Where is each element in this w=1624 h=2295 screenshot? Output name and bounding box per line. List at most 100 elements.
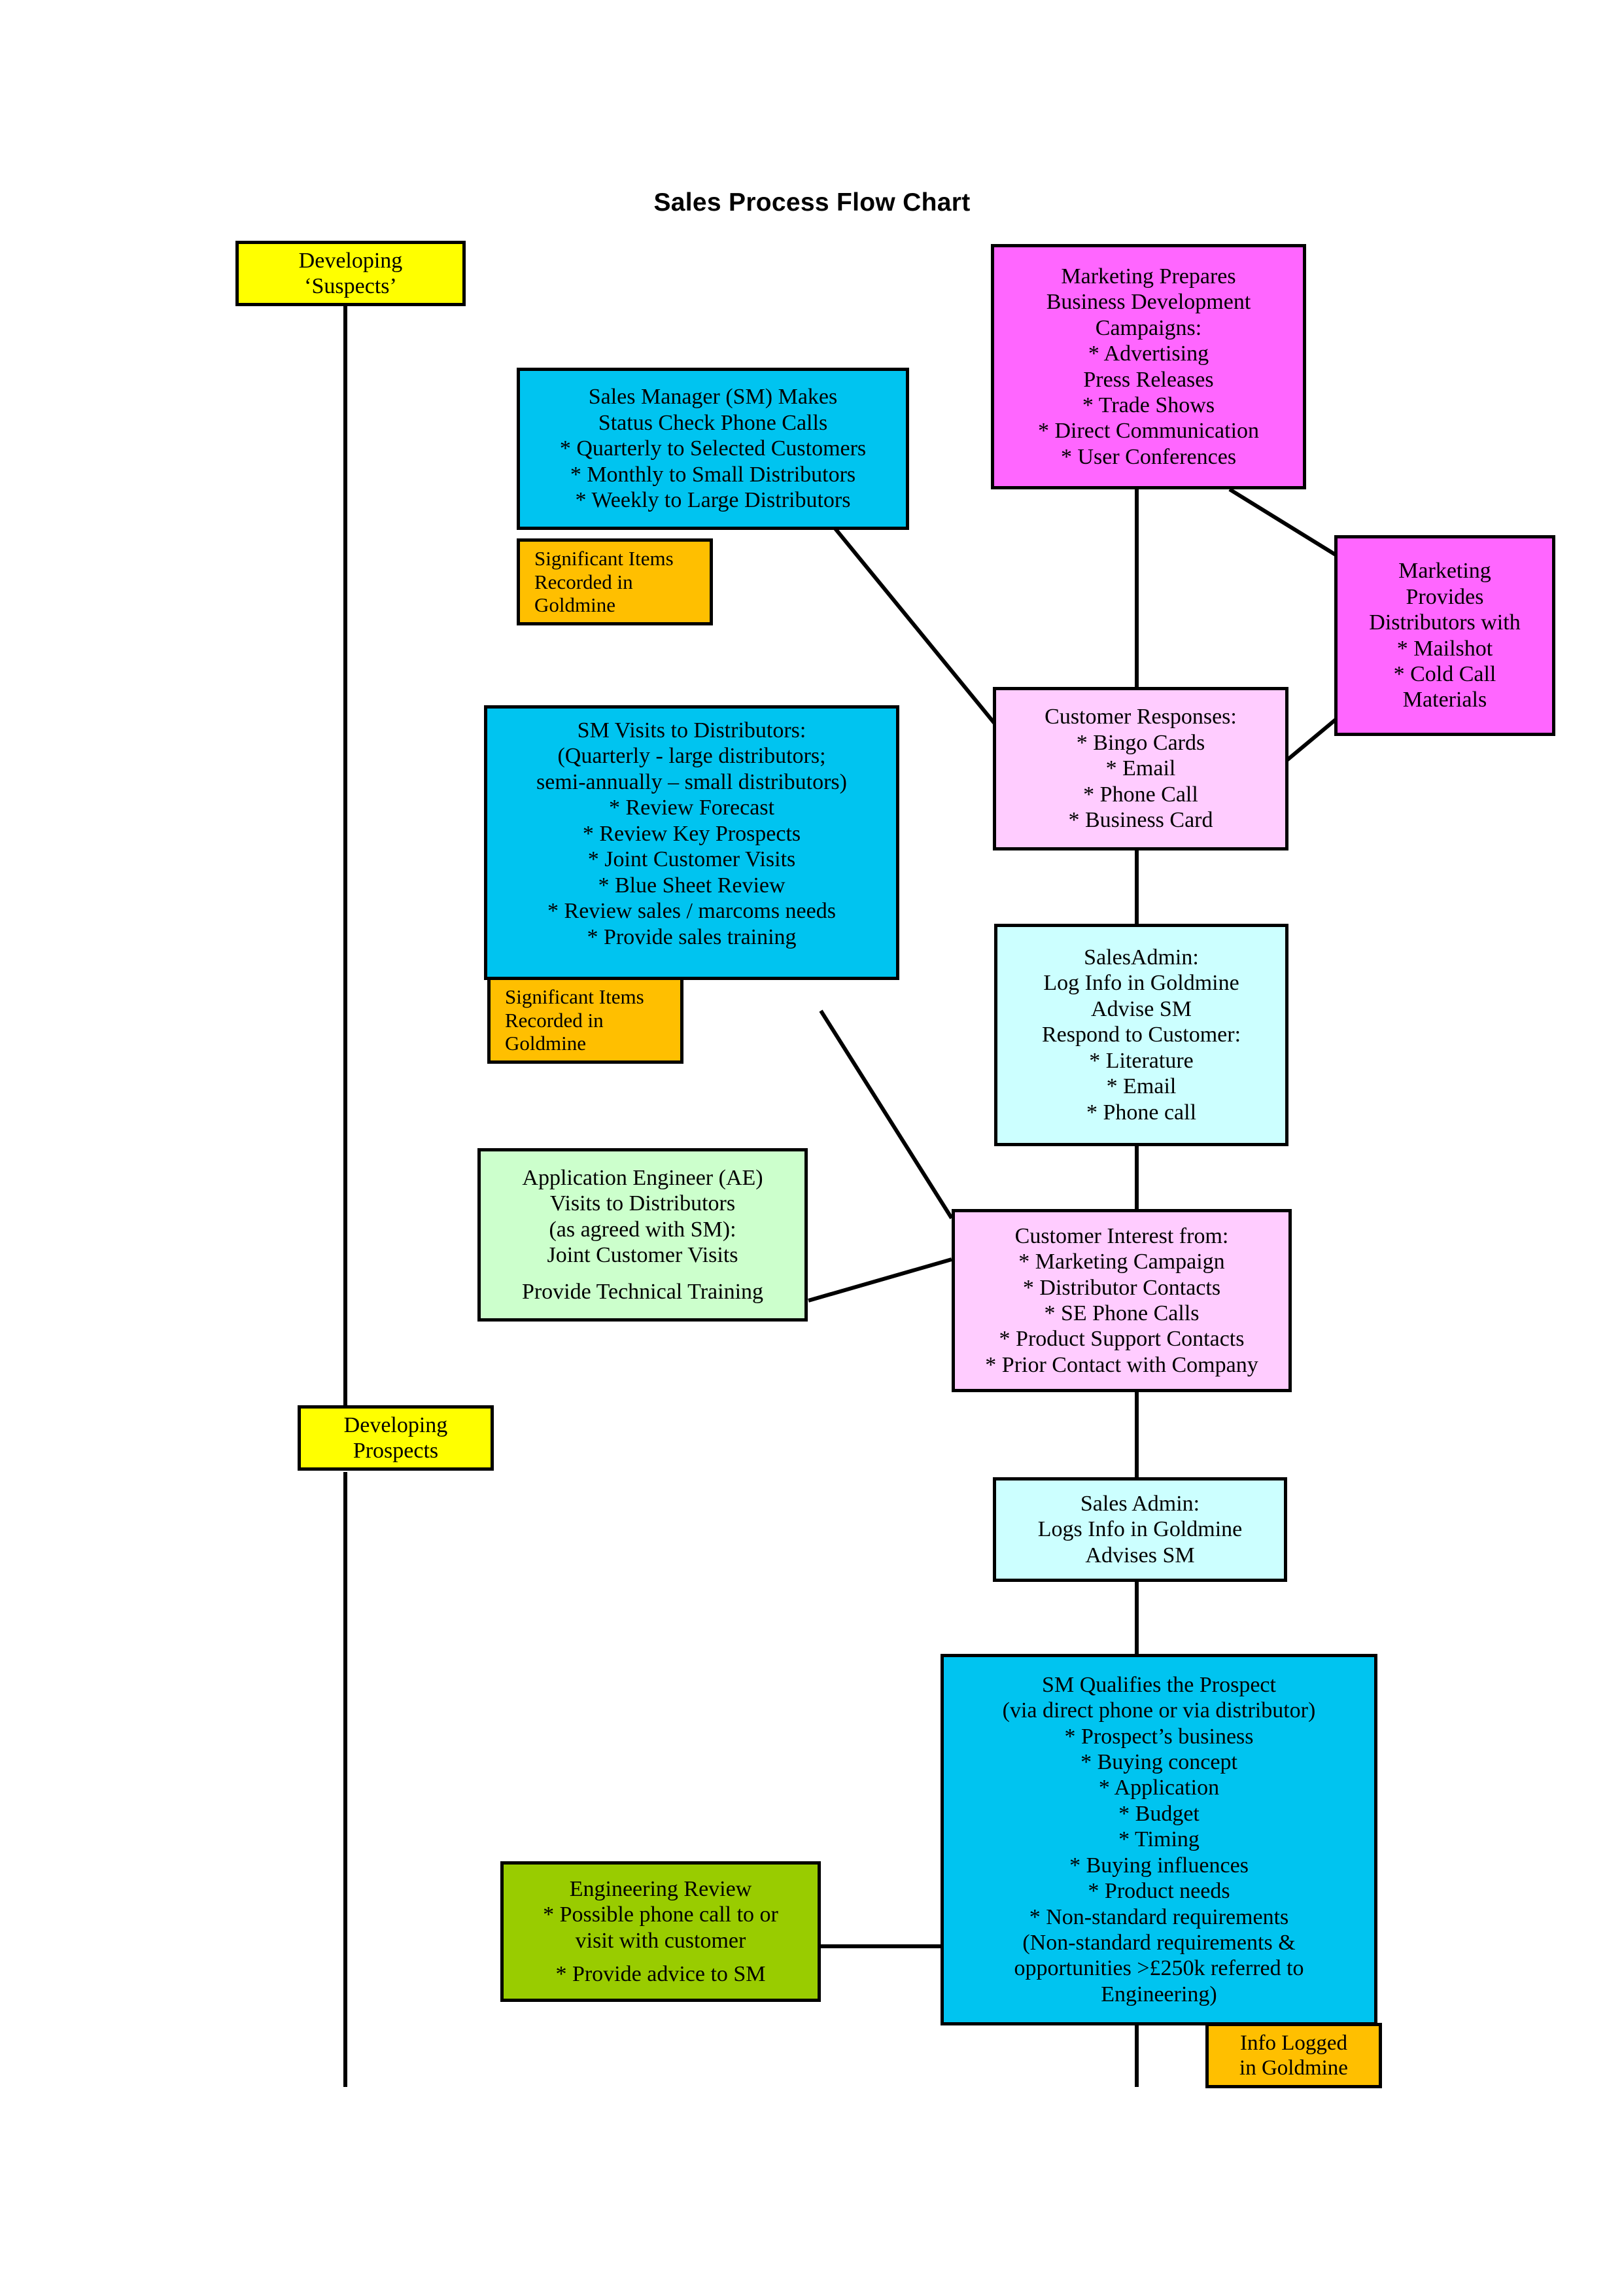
node-line: Provide Technical Training: [521, 1279, 764, 1304]
node-line: * Business Card: [1068, 808, 1213, 833]
node-line: * Distributor Contacts: [1022, 1275, 1221, 1300]
node-line: * Blue Sheet Review: [598, 873, 786, 898]
node-line: * Product needs: [1088, 1879, 1230, 1904]
node-line: Log Info in Goldmine: [1043, 971, 1239, 996]
node-marketing-prepares[interactable]: Marketing Prepares Business Development …: [991, 244, 1306, 489]
node-line: * Advertising: [1088, 342, 1209, 366]
node-engineering-review[interactable]: Engineering Review * Possible phone call…: [500, 1861, 821, 2002]
node-line: * Review Key Prospects: [582, 821, 801, 846]
node-info-logged[interactable]: Info Logged in Goldmine: [1205, 2023, 1382, 2088]
node-line: * User Conferences: [1060, 444, 1237, 469]
node-line: * Mailshot: [1396, 636, 1493, 661]
node-line: * Trade Shows: [1082, 393, 1215, 417]
node-line: visit with customer: [575, 1928, 746, 1953]
node-line: * Provide advice to SM: [555, 1961, 766, 1986]
node-line: Prospects: [353, 1439, 439, 1463]
node-sm-status-calls[interactable]: Sales Manager (SM) Makes Status Check Ph…: [517, 368, 909, 530]
node-line: Status Check Phone Calls: [598, 410, 828, 435]
node-line: Business Development: [1046, 290, 1251, 315]
node-line: * Quarterly to Selected Customers: [559, 436, 867, 461]
node-line: Sales Admin:: [1080, 1491, 1200, 1516]
node-line: * Product Support Contacts: [999, 1327, 1245, 1352]
node-developing-suspects[interactable]: Developing ‘Suspects’: [235, 241, 466, 306]
node-line: * Direct Communication: [1037, 419, 1260, 444]
node-developing-prospects[interactable]: Developing Prospects: [298, 1405, 494, 1471]
node-line: (Non-standard requirements &: [1022, 1931, 1296, 1955]
node-line: * Phone call: [1086, 1100, 1197, 1125]
node-line: Recorded in: [534, 570, 633, 593]
node-line: Customer Responses:: [1045, 705, 1237, 729]
node-line: * Email: [1106, 1074, 1177, 1099]
node-customer-interest[interactable]: Customer Interest from: * Marketing Camp…: [952, 1209, 1292, 1392]
page-title: Sales Process Flow Chart: [653, 188, 971, 217]
node-line: * Budget: [1118, 1801, 1200, 1826]
node-line: Significant Items: [534, 546, 674, 570]
node-line: * Phone Call: [1083, 782, 1198, 807]
node-line: * Literature: [1089, 1048, 1194, 1073]
node-line: Goldmine: [534, 593, 615, 617]
node-line: Marketing: [1398, 559, 1491, 584]
node-line: * Cold Call: [1393, 661, 1496, 686]
node-line: * Review sales / marcoms needs: [547, 899, 836, 924]
node-line: Advise SM: [1091, 996, 1192, 1021]
node-line: * Email: [1105, 756, 1176, 781]
node-line: Logs Info in Goldmine: [1037, 1517, 1243, 1542]
node-significant-items-2[interactable]: Significant Items Recorded in Goldmine: [487, 977, 683, 1064]
node-sm-qualifies[interactable]: SM Qualifies the Prospect (via direct ph…: [941, 1654, 1377, 2025]
node-marketing-provides[interactable]: Marketing Provides Distributors with * M…: [1334, 535, 1555, 736]
node-line: (Quarterly - large distributors;: [557, 744, 826, 769]
node-line: Significant Items: [505, 985, 644, 1008]
node-line: * Bingo Cards: [1076, 730, 1205, 755]
node-customer-responses[interactable]: Customer Responses: * Bingo Cards * Emai…: [993, 687, 1288, 850]
node-line: SM Qualifies the Prospect: [1042, 1672, 1276, 1697]
node-line: Developing: [298, 248, 403, 273]
node-line: in Goldmine: [1239, 2056, 1348, 2080]
node-line: ‘Suspects’: [304, 274, 397, 298]
node-line: * Provide sales training: [587, 924, 797, 949]
node-line: * Joint Customer Visits: [587, 847, 796, 872]
node-line: * Buying concept: [1080, 1749, 1237, 1774]
node-line: * Timing: [1118, 1827, 1200, 1852]
node-line: Joint Customer Visits: [547, 1243, 738, 1268]
node-line: semi-annually – small distributors): [536, 769, 847, 794]
node-line: Distributors with: [1369, 610, 1521, 635]
node-line: SM Visits to Distributors:: [577, 718, 806, 743]
node-line: * Application: [1098, 1776, 1220, 1800]
node-line: Provides: [1406, 584, 1484, 609]
node-significant-items-1[interactable]: Significant Items Recorded in Goldmine: [517, 538, 713, 625]
node-line: Campaigns:: [1095, 315, 1202, 340]
node-line: * Weekly to Large Distributors: [575, 488, 851, 513]
node-line: * Possible phone call to or: [543, 1902, 778, 1927]
node-line: * Marketing Campaign: [1018, 1250, 1225, 1274]
node-line: Goldmine: [505, 1032, 586, 1055]
node-line: Application Engineer (AE): [522, 1165, 763, 1190]
node-line: opportunities >£250k referred to: [1014, 1956, 1304, 1981]
node-line: Visits to Distributors: [549, 1191, 736, 1216]
node-line: Engineering Review: [569, 1876, 752, 1901]
node-sales-admin-logs[interactable]: Sales Admin: Logs Info in Goldmine Advis…: [993, 1477, 1287, 1582]
node-line: (as agreed with SM):: [549, 1217, 736, 1242]
node-line: Press Releases: [1083, 367, 1214, 392]
node-salesadmin-respond[interactable]: SalesAdmin: Log Info in Goldmine Advise …: [994, 924, 1288, 1146]
node-line: * Monthly to Small Distributors: [570, 462, 856, 487]
node-line: Respond to Customer:: [1041, 1023, 1241, 1047]
node-line: Materials: [1402, 688, 1487, 712]
node-line: Recorded in: [505, 1008, 604, 1032]
flowchart-canvas: Sales Process Flow Chart Developing ‘Sus…: [0, 0, 1624, 2295]
node-line: Customer Interest from:: [1014, 1223, 1229, 1248]
node-line: * Prior Contact with Company: [985, 1352, 1258, 1377]
node-line: Advises SM: [1085, 1543, 1195, 1568]
node-line: Engineering): [1101, 1982, 1217, 2006]
node-line: Sales Manager (SM) Makes: [588, 385, 838, 410]
node-application-engineer[interactable]: Application Engineer (AE) Visits to Dist…: [477, 1148, 808, 1322]
node-line: SalesAdmin:: [1084, 945, 1199, 970]
node-line: * Buying influences: [1069, 1853, 1249, 1878]
node-line: Marketing Prepares: [1061, 264, 1236, 289]
node-line: * Prospect’s business: [1064, 1724, 1254, 1749]
node-sm-visits[interactable]: SM Visits to Distributors: (Quarterly - …: [484, 705, 899, 980]
node-line: * Non-standard requirements: [1029, 1904, 1289, 1929]
node-line: Info Logged: [1239, 2031, 1348, 2055]
node-line: * SE Phone Calls: [1044, 1301, 1200, 1325]
node-line: Developing: [343, 1412, 448, 1437]
node-line: * Review Forecast: [608, 796, 775, 820]
